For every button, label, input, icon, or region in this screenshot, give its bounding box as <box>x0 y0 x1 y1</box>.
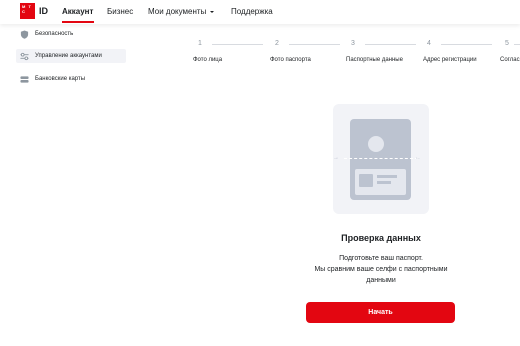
description-line: Подготовьте ваш паспорт. <box>339 255 423 262</box>
step-label-registration-address: Адрес регистрации <box>423 57 477 63</box>
nav-support[interactable]: Поддержка <box>231 7 273 16</box>
step-label-passport-data: Паспортные данные <box>346 57 403 63</box>
passport-scan-icon <box>350 119 411 200</box>
sidebar-item-accounts[interactable]: Управление аккаунтами <box>16 49 126 63</box>
nav-business[interactable]: Бизнес <box>107 7 133 16</box>
start-button[interactable]: Начать <box>306 302 455 323</box>
chevron-down-icon <box>210 10 215 13</box>
nav-my-documents[interactable]: Мои документы <box>148 7 215 16</box>
nav-active-underline <box>62 21 94 23</box>
sidebar-item-label: Безопасность <box>35 31 74 37</box>
arrow-right-icon: → <box>333 155 339 161</box>
mts-logo[interactable]: М Т С <box>20 3 35 19</box>
step-number: 1 <box>198 40 202 47</box>
step-label-consent: Соглас <box>500 57 520 63</box>
nav-account[interactable]: Аккаунт <box>62 7 93 16</box>
sliders-icon <box>20 52 29 61</box>
step-connector <box>365 44 416 45</box>
step-connector <box>212 44 263 45</box>
sidebar-item-security[interactable]: Безопасность <box>20 28 73 40</box>
step-connector <box>289 44 340 45</box>
sidebar-item-label: Банковские карты <box>35 76 86 82</box>
arrow-left-icon: ← <box>415 155 421 161</box>
step-number: 5 <box>505 40 509 47</box>
logo-id-text[interactable]: ID <box>39 6 48 16</box>
step-number: 2 <box>275 40 279 47</box>
scan-line <box>344 158 418 159</box>
sidebar-item-label: Управление аккаунтами <box>35 53 102 59</box>
description-line: Мы сравним ваше селфи с паспортными <box>314 266 448 273</box>
cards-icon <box>20 75 29 84</box>
step-number: 4 <box>427 40 431 47</box>
step-label-passport-photo: Фото паспорта <box>270 57 311 63</box>
page-title: Проверка данных <box>341 233 421 243</box>
description-line: данными <box>366 277 396 284</box>
top-header: М Т С ID Аккаунт Бизнес Мои документы По… <box>0 0 520 24</box>
sidebar-item-bank-cards[interactable]: Банковские карты <box>20 73 85 85</box>
step-label-face-photo: Фото лица <box>193 57 223 63</box>
step-connector <box>441 44 492 45</box>
page-description: Подготовьте ваш паспорт. Мы сравним ваше… <box>281 253 481 286</box>
logo-letters: М Т С <box>22 4 32 14</box>
shield-icon <box>20 29 29 39</box>
step-number: 3 <box>351 40 355 47</box>
nav-my-documents-label: Мои документы <box>148 7 207 16</box>
step-connector <box>514 44 520 45</box>
